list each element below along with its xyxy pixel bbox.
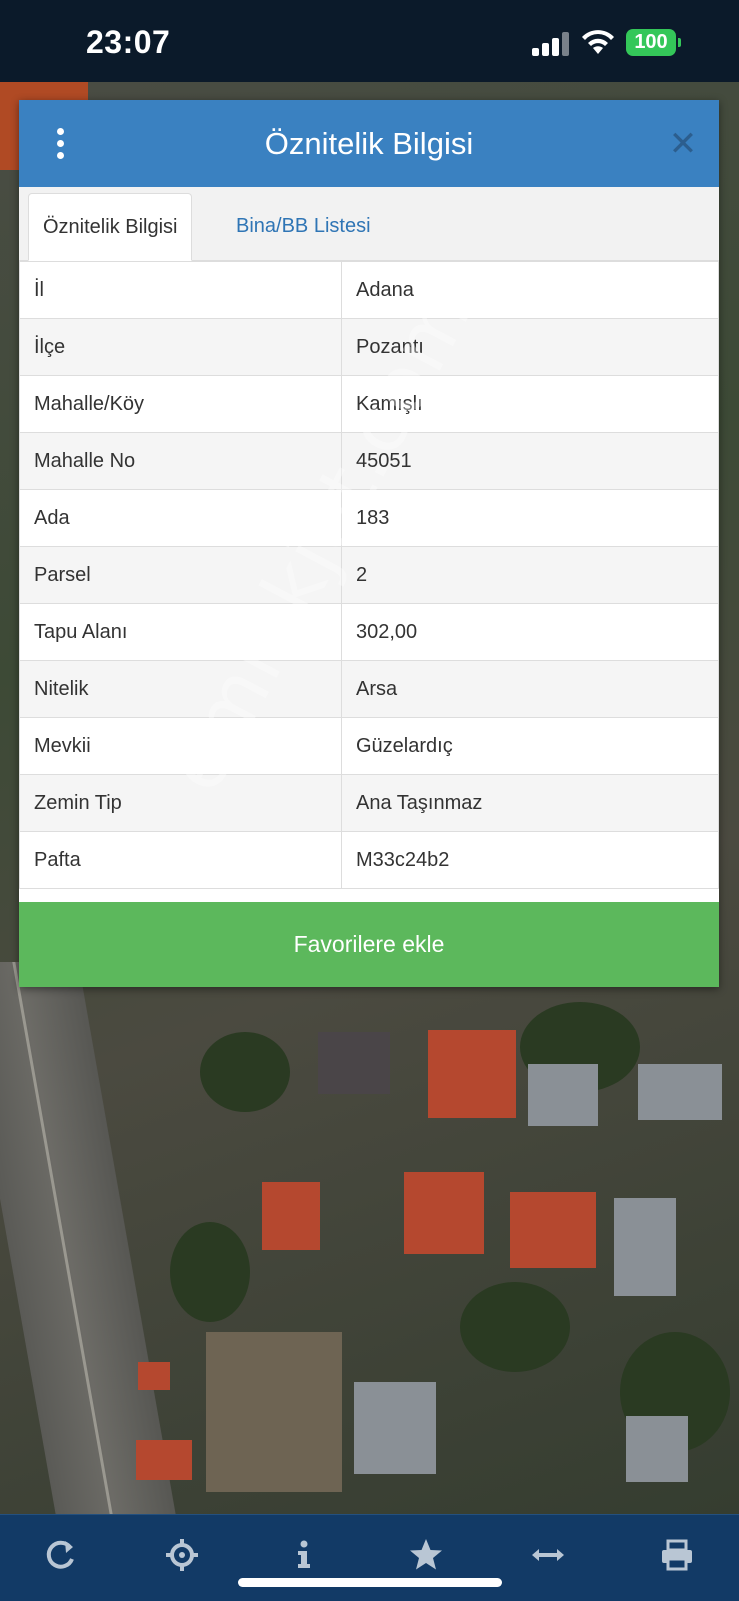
attribute-value: Arsa	[341, 660, 719, 718]
map-tree	[200, 1032, 290, 1112]
attribute-value: 183	[341, 489, 719, 547]
status-time: 23:07	[86, 24, 171, 60]
attribute-row: Mahalle No 45051	[19, 432, 719, 490]
bottom-toolbar	[0, 1514, 739, 1601]
map-building	[626, 1416, 688, 1482]
attribute-value: Adana	[341, 261, 719, 319]
add-to-favorites-button[interactable]: Favorilere ekle	[19, 902, 719, 987]
attribute-key: Ada	[19, 489, 342, 547]
attribute-row: İlçe Pozantı	[19, 318, 719, 376]
map-building	[638, 1064, 722, 1120]
map-tree	[170, 1222, 250, 1322]
tab-building-list[interactable]: Bina/BB Listesi	[222, 193, 385, 259]
map-building	[614, 1198, 676, 1296]
attribute-row: Ada 183	[19, 489, 719, 547]
attribute-row: Mahalle/Köy Kamışlı	[19, 375, 719, 433]
status-bar: 23:07 100	[0, 0, 739, 82]
attribute-key: Parsel	[19, 546, 342, 604]
battery-icon: 100	[626, 29, 681, 56]
attribute-key: Pafta	[19, 831, 342, 889]
locate-icon[interactable]	[160, 1533, 204, 1577]
map-building	[404, 1172, 484, 1254]
attribute-row: Parsel 2	[19, 546, 719, 604]
attribute-value: Güzelardıç	[341, 717, 719, 775]
print-icon[interactable]	[655, 1533, 699, 1577]
attribute-table: İl Adana İlçe Pozantı Mahalle/Köy Kamışlı Maha…	[19, 261, 719, 889]
map-building	[138, 1362, 170, 1390]
attribute-row: İl Adana	[19, 261, 719, 319]
refresh-icon[interactable]	[38, 1533, 82, 1577]
attribute-key: İlçe	[19, 318, 342, 376]
attribute-key: Mahalle/Köy	[19, 375, 342, 433]
tab-bar: Öznitelik Bilgisi Bina/BB Listesi	[19, 187, 719, 261]
map-building	[354, 1382, 436, 1474]
map-building	[318, 1032, 390, 1094]
attribute-value: 2	[341, 546, 719, 604]
attribute-key: İl	[19, 261, 342, 319]
tab-attribute-info[interactable]: Öznitelik Bilgisi	[28, 193, 193, 261]
attribute-row: Tapu Alanı 302,00	[19, 603, 719, 661]
measure-icon[interactable]	[526, 1533, 570, 1577]
attribute-row: Pafta M33c24b2	[19, 831, 719, 889]
cellular-signal-icon	[532, 32, 572, 56]
map-building	[528, 1064, 598, 1126]
map-building	[510, 1192, 596, 1268]
dialog-title: Öznitelik Bilgisi	[264, 126, 474, 161]
wifi-icon	[582, 30, 614, 54]
attribute-value: Ana Taşınmaz	[341, 774, 719, 832]
attribute-value: Kamışlı	[341, 375, 719, 433]
attribute-dialog: Öznitelik Bilgisi ✕ Öznitelik Bilgisi Bi…	[19, 100, 719, 987]
map-field	[206, 1332, 342, 1492]
attribute-row: Nitelik Arsa	[19, 660, 719, 718]
attribute-row: Zemin Tip Ana Taşınmaz	[19, 774, 719, 832]
attribute-value: 45051	[341, 432, 719, 490]
attribute-value: Pozantı	[341, 318, 719, 376]
map-building	[428, 1030, 516, 1118]
attribute-key: Mahalle No	[19, 432, 342, 490]
map-building	[262, 1182, 320, 1250]
attribute-key: Nitelik	[19, 660, 342, 718]
attribute-key: Mevkii	[19, 717, 342, 775]
home-indicator	[238, 1578, 502, 1587]
attribute-key: Tapu Alanı	[19, 603, 342, 661]
map-building	[136, 1440, 192, 1480]
star-icon[interactable]	[404, 1533, 448, 1577]
map-road	[0, 962, 202, 1514]
close-icon[interactable]: ✕	[665, 126, 701, 162]
attribute-key: Zemin Tip	[19, 774, 342, 832]
map-tree	[460, 1282, 570, 1372]
attribute-row: Mevkii Güzelardıç	[19, 717, 719, 775]
attribute-value: 302,00	[341, 603, 719, 661]
attribute-value: M33c24b2	[341, 831, 719, 889]
dialog-header: Öznitelik Bilgisi ✕	[19, 100, 719, 187]
info-icon[interactable]	[282, 1533, 326, 1577]
